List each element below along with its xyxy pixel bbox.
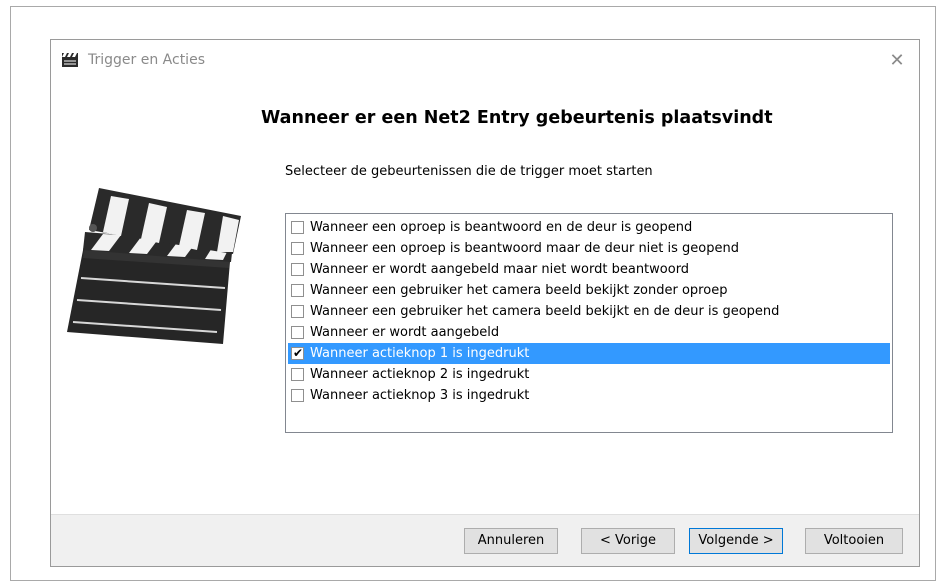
event-item[interactable]: Wanneer een gebruiker het camera beeld b…	[288, 301, 890, 322]
check-icon: ✔	[292, 346, 304, 360]
event-label: Wanneer er wordt aangebeld maar niet wor…	[310, 262, 690, 277]
instruction-text: Selecteer de gebeurtenissen die de trigg…	[285, 164, 653, 179]
title-bar[interactable]: Trigger en Acties ✕	[51, 40, 919, 80]
event-label: Wanneer actieknop 1 is ingedrukt	[310, 346, 530, 361]
close-button[interactable]: ✕	[885, 48, 909, 72]
event-checkbox[interactable]: ✔	[291, 346, 304, 360]
event-checkbox[interactable]	[291, 368, 304, 381]
event-label: Wanneer een oproep is beantwoord maar de…	[310, 241, 739, 256]
event-item[interactable]: Wanneer een gebruiker het camera beeld b…	[288, 280, 890, 301]
event-checkbox[interactable]	[291, 389, 304, 402]
event-item[interactable]: ✔ Wanneer actieknop 1 is ingedrukt	[288, 343, 890, 364]
clapperboard-illustration	[63, 182, 245, 352]
event-item[interactable]: Wanneer actieknop 3 is ingedrukt	[288, 385, 890, 406]
event-label: Wanneer een oproep is beantwoord en de d…	[310, 220, 693, 235]
event-item[interactable]: Wanneer er wordt aangebeld maar niet wor…	[288, 259, 890, 280]
event-item[interactable]: Wanneer actieknop 2 is ingedrukt	[288, 364, 890, 385]
event-checkbox[interactable]	[291, 263, 304, 276]
event-checkbox[interactable]	[291, 326, 304, 339]
window-title: Trigger en Acties	[88, 52, 205, 68]
event-checkbox[interactable]	[291, 221, 304, 234]
event-item[interactable]: Wanneer een oproep is beantwoord en de d…	[288, 217, 890, 238]
event-label: Wanneer actieknop 3 is ingedrukt	[310, 388, 530, 403]
event-item[interactable]: Wanneer een oproep is beantwoord maar de…	[288, 238, 890, 259]
event-checkbox[interactable]	[291, 242, 304, 255]
event-checkbox[interactable]	[291, 284, 304, 297]
next-button[interactable]: Volgende >	[689, 528, 783, 554]
wizard-footer: Annuleren < Vorige Volgende > Voltooien	[51, 514, 919, 566]
clapperboard-icon	[61, 52, 79, 68]
event-label: Wanneer een gebruiker het camera beeld b…	[310, 304, 780, 319]
event-label: Wanneer er wordt aangebeld	[310, 325, 500, 340]
back-button[interactable]: < Vorige	[581, 528, 675, 554]
event-checklist[interactable]: Wanneer een oproep is beantwoord en de d…	[285, 213, 893, 433]
cancel-button[interactable]: Annuleren	[464, 528, 558, 554]
event-checkbox[interactable]	[291, 305, 304, 318]
event-label: Wanneer actieknop 2 is ingedrukt	[310, 367, 530, 382]
event-label: Wanneer een gebruiker het camera beeld b…	[310, 283, 728, 298]
event-item[interactable]: Wanneer er wordt aangebeld	[288, 322, 890, 343]
trigger-dialog: Trigger en Acties ✕ Wanneer er een Net2 …	[50, 39, 920, 567]
page-heading: Wanneer er een Net2 Entry gebeurtenis pl…	[261, 108, 773, 128]
close-icon: ✕	[889, 50, 905, 70]
finish-button[interactable]: Voltooien	[805, 528, 903, 554]
